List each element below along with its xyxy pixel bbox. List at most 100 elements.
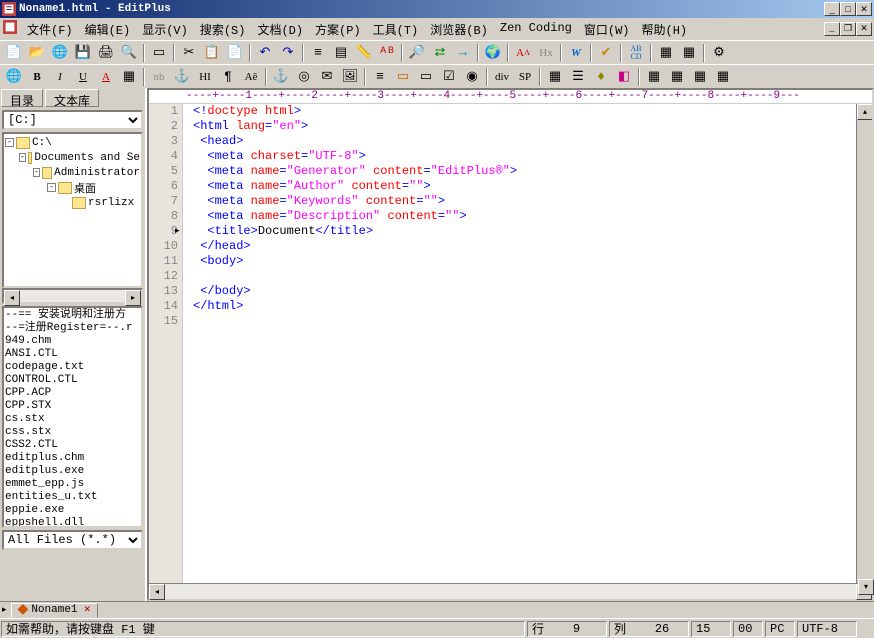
- radio-icon[interactable]: ◉: [461, 67, 483, 87]
- tree-node[interactable]: -桌面: [5, 180, 140, 195]
- fontcolor-button[interactable]: A: [95, 67, 117, 87]
- hi-button[interactable]: HI: [194, 67, 216, 87]
- linenumbers-icon[interactable]: ▤: [330, 43, 352, 63]
- file-item[interactable]: --=注册Register=--.r: [5, 322, 140, 335]
- file-item[interactable]: CPP.STX: [5, 400, 140, 413]
- anchor2-icon[interactable]: ⚓: [171, 67, 193, 87]
- open-remote-icon[interactable]: 🌐: [49, 43, 71, 63]
- file-item[interactable]: entities_u.txt: [5, 491, 140, 504]
- underline-button[interactable]: U: [72, 67, 94, 87]
- paste-icon[interactable]: 📄: [224, 43, 246, 63]
- format-aa-button[interactable]: AA: [512, 43, 534, 63]
- menu-8[interactable]: Zen Coding: [494, 19, 578, 40]
- palette-icon[interactable]: ▦: [118, 67, 140, 87]
- goto-icon[interactable]: →: [452, 43, 474, 63]
- file-list[interactable]: --== 安装说明和注册方--=注册Register=--.r949.chmAN…: [2, 306, 143, 528]
- htmlbar-box3-icon[interactable]: ▦: [689, 67, 711, 87]
- bold-button[interactable]: B: [26, 67, 48, 87]
- image-icon[interactable]: 🖼: [339, 67, 361, 87]
- file-item[interactable]: CSS2.CTL: [5, 439, 140, 452]
- file-item[interactable]: editplus.exe: [5, 465, 140, 478]
- menu-4[interactable]: 文档(D): [251, 19, 309, 40]
- save-icon[interactable]: 💾: [72, 43, 94, 63]
- file-item[interactable]: eppshell.dll: [5, 517, 140, 528]
- titlebar[interactable]: Noname1.html - EditPlus _ □ ✕: [0, 0, 874, 18]
- menu-1[interactable]: 编辑(E): [79, 19, 137, 40]
- toggle-panel-icon[interactable]: ▭: [148, 43, 170, 63]
- web-icon[interactable]: 🌐: [3, 67, 25, 87]
- htmlbar-box1-icon[interactable]: ▦: [643, 67, 665, 87]
- minimize-button[interactable]: _: [824, 2, 840, 16]
- code-area[interactable]: ▸<!doctype html><html lang="en"> <head> …: [183, 104, 856, 583]
- nb-button[interactable]: nb: [148, 67, 170, 87]
- tree-node[interactable]: -Documents and Se: [5, 150, 140, 165]
- mail-icon[interactable]: ✉: [316, 67, 338, 87]
- file-item[interactable]: codepage.txt: [5, 361, 140, 374]
- tool1-icon[interactable]: ▦: [655, 43, 677, 63]
- script-icon[interactable]: ♦: [590, 67, 612, 87]
- mdi-close-button[interactable]: ✕: [856, 22, 872, 36]
- tree-node[interactable]: -Administrator: [5, 165, 140, 180]
- tool2-icon[interactable]: ▦: [678, 43, 700, 63]
- file-item[interactable]: CPP.ACP: [5, 387, 140, 400]
- menu-9[interactable]: 窗口(W): [578, 19, 636, 40]
- file-item[interactable]: css.stx: [5, 426, 140, 439]
- file-item[interactable]: cs.stx: [5, 413, 140, 426]
- tree-scroll-right[interactable]: ▸: [125, 290, 141, 306]
- ae-button[interactable]: Aē: [240, 67, 262, 87]
- find-icon[interactable]: 🔎: [406, 43, 428, 63]
- menu-0[interactable]: 文件(F): [21, 19, 79, 40]
- scroll-left-button[interactable]: ◂: [149, 584, 165, 600]
- new-file-icon[interactable]: 📄: [3, 43, 25, 63]
- file-item[interactable]: eppie.exe: [5, 504, 140, 517]
- object-icon[interactable]: ◧: [613, 67, 635, 87]
- copy-icon[interactable]: 📋: [201, 43, 223, 63]
- ab-cd-button[interactable]: ABCD: [625, 43, 647, 63]
- folder-tree[interactable]: -C:\-Documents and Se-Administrator-桌面rs…: [2, 132, 143, 288]
- htmlbar-box2-icon[interactable]: ▦: [666, 67, 688, 87]
- doc-close-icon[interactable]: ✕: [84, 605, 92, 615]
- tree-node[interactable]: -C:\: [5, 135, 140, 150]
- file-item[interactable]: --== 安装说明和注册方: [5, 309, 140, 322]
- file-item[interactable]: 949.chm: [5, 335, 140, 348]
- tab-cliptext[interactable]: 文本库: [45, 89, 99, 107]
- pilcrow-icon[interactable]: ¶: [217, 67, 239, 87]
- form-icon[interactable]: ▭: [392, 67, 414, 87]
- scroll-down-button[interactable]: ▾: [858, 579, 874, 595]
- target-icon[interactable]: ◎: [293, 67, 315, 87]
- menu-6[interactable]: 工具(T): [367, 19, 425, 40]
- check-icon2[interactable]: ☑: [438, 67, 460, 87]
- open-file-icon[interactable]: 📂: [26, 43, 48, 63]
- align-left-icon[interactable]: ≡: [369, 67, 391, 87]
- browser-icon[interactable]: 🌍: [482, 43, 504, 63]
- ruler-icon[interactable]: 📏: [353, 43, 375, 63]
- tree-node[interactable]: rsrlizx: [5, 195, 140, 210]
- mdi-minimize-button[interactable]: _: [824, 22, 840, 36]
- anchor-icon[interactable]: ⚓: [270, 67, 292, 87]
- drive-select[interactable]: [C:]: [2, 110, 143, 130]
- cut-icon[interactable]: ✂: [178, 43, 200, 63]
- maximize-button[interactable]: □: [840, 2, 856, 16]
- tab-directory[interactable]: 目录: [1, 89, 43, 107]
- file-item[interactable]: emmet_epp.js: [5, 478, 140, 491]
- file-item[interactable]: CONTROL.CTL: [5, 374, 140, 387]
- scroll-up-button[interactable]: ▴: [857, 104, 872, 120]
- mdi-restore-button[interactable]: ❐: [840, 22, 856, 36]
- menu-7[interactable]: 浏览器(B): [424, 19, 494, 40]
- list-icon[interactable]: ☰: [567, 67, 589, 87]
- htmlbar-box4-icon[interactable]: ▦: [712, 67, 734, 87]
- menu-3[interactable]: 搜索(S): [194, 19, 252, 40]
- menu-10[interactable]: 帮助(H): [636, 19, 694, 40]
- italic-button[interactable]: I: [49, 67, 71, 87]
- doc-tab-noname1[interactable]: ◆ Noname1 ✕: [11, 603, 99, 618]
- div-button[interactable]: div: [491, 67, 513, 87]
- hex-button[interactable]: Hx: [535, 43, 557, 63]
- tabs-arrow-icon[interactable]: ▸: [2, 605, 7, 615]
- wordwrap-icon[interactable]: ≡: [307, 43, 329, 63]
- vertical-scrollbar[interactable]: ▴: [856, 104, 872, 583]
- preview-icon[interactable]: 🔍: [118, 43, 140, 63]
- redo-icon[interactable]: ↷: [277, 43, 299, 63]
- menu-2[interactable]: 显示(V): [136, 19, 194, 40]
- undo-icon[interactable]: ↶: [254, 43, 276, 63]
- word-button[interactable]: W: [565, 43, 587, 63]
